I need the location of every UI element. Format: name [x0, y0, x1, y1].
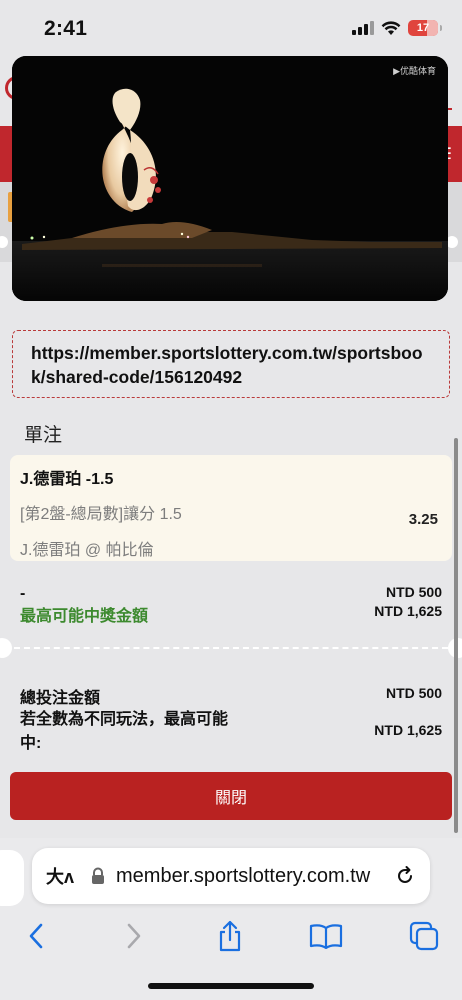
lock-icon	[92, 867, 105, 884]
total-stake-label: 總投注金額	[20, 690, 101, 707]
url-text[interactable]: member.sportslottery.com.tw	[116, 865, 388, 888]
bet-type-title: 單注	[24, 425, 63, 446]
share-icon	[219, 920, 241, 952]
tabs-icon	[409, 921, 439, 951]
page-settings-button[interactable]: 大ʌ	[46, 863, 74, 889]
browser-chrome: 大ʌ member.sportslottery.com.tw	[0, 838, 462, 1000]
status-time: 2:41	[44, 17, 88, 40]
book-icon	[309, 924, 343, 949]
status-bar: 2:41 17	[0, 0, 462, 56]
battery-level: 17	[416, 22, 430, 34]
bet-odds: 3.25	[408, 511, 438, 528]
address-bar[interactable]: 大ʌ member.sportslottery.com.tw	[32, 848, 430, 904]
bookmarks-button[interactable]	[306, 918, 346, 954]
dashed-divider	[14, 647, 448, 649]
cellular-signal-icon	[352, 21, 374, 35]
close-button[interactable]: 關閉	[10, 772, 452, 820]
scrollbar[interactable]	[454, 438, 458, 833]
potential-payout-amount: NTD 1,625	[374, 722, 442, 738]
status-icons: 17	[352, 20, 442, 36]
battery-icon: 17	[408, 20, 442, 36]
potential-payout-label: 若全數為不同玩法，最高可能中:	[20, 711, 229, 752]
browser-toolbar	[0, 910, 462, 960]
bet-selection: J.德雷珀 -1.5	[20, 471, 114, 488]
reload-icon[interactable]	[394, 865, 416, 887]
max-payout-label: 最高可能中獎金額	[20, 608, 149, 625]
video-frame-image	[12, 56, 448, 301]
share-url[interactable]: https://member.sportslottery.com.tw/spor…	[31, 341, 431, 389]
wifi-icon	[381, 20, 401, 35]
total-stake-amount: NTD 500	[385, 685, 442, 701]
stake-amount: NTD 500	[385, 584, 442, 600]
share-button[interactable]	[210, 918, 250, 954]
bet-market: [第2盤-總局數]讓分 1.5	[20, 506, 182, 523]
video-player[interactable]: ▶优酷体育	[12, 56, 448, 301]
tabs-button[interactable]	[404, 918, 444, 954]
chevron-right-icon	[127, 923, 141, 949]
forward-button[interactable]	[114, 918, 154, 954]
ticket-notch-left	[0, 638, 12, 658]
chevron-left-icon	[29, 923, 43, 949]
stake-label: -	[20, 585, 26, 602]
bet-card: J.德雷珀 -1.5 [第2盤-總局數]讓分 1.5 J.德雷珀 @ 帕比倫 3…	[10, 455, 452, 561]
bet-match: J.德雷珀 @ 帕比倫	[20, 542, 154, 559]
max-payout-amount: NTD 1,625	[374, 603, 442, 619]
back-button[interactable]	[16, 918, 56, 954]
share-code-box[interactable]: https://member.sportslottery.com.tw/spor…	[12, 330, 450, 398]
video-watermark: ▶优酷体育	[393, 66, 436, 76]
home-indicator	[148, 983, 314, 989]
previous-tab-preview[interactable]	[0, 850, 24, 906]
